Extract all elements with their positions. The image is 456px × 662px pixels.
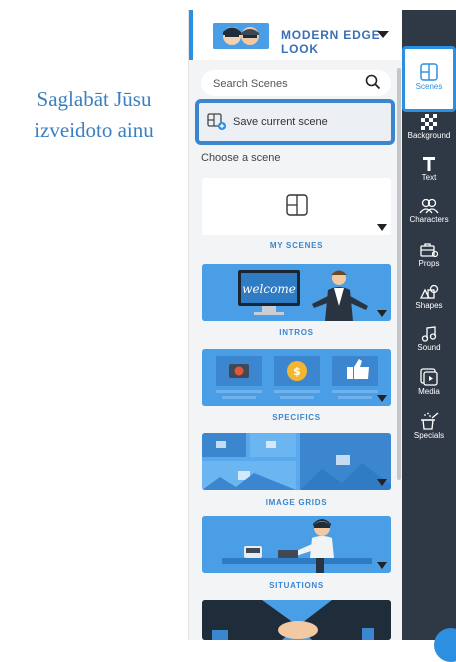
image-grids-thumbnail	[202, 433, 391, 490]
text-icon	[423, 157, 435, 171]
chevron-down-icon[interactable]	[377, 31, 389, 38]
scene-card-image-grids[interactable]	[202, 433, 391, 490]
sidebar-item-label: Specials	[413, 431, 445, 440]
save-scene-icon	[207, 113, 227, 136]
music-note-icon	[421, 326, 437, 342]
scene-card-intros[interactable]: welcome	[202, 264, 391, 321]
svg-text:$: $	[293, 365, 301, 378]
choose-scene-heading: Choose a scene	[201, 152, 281, 164]
save-current-scene-button[interactable]: Save current scene	[195, 99, 395, 145]
category-label-image-grids: IMAGE GRIDS	[265, 498, 328, 507]
sidebar-item-media[interactable]: Media	[402, 368, 456, 396]
help-button[interactable]	[434, 628, 456, 662]
scene-card-partial[interactable]	[202, 600, 391, 640]
category-label-intros: INTROS	[279, 328, 314, 337]
sidebar-item-label: Text	[421, 173, 437, 182]
sidebar-item-shapes[interactable]: Shapes	[402, 284, 456, 310]
scrollbar[interactable]	[397, 68, 401, 480]
sidebar-item-scenes[interactable]: Scenes	[402, 46, 456, 112]
checkerboard-icon	[421, 114, 437, 130]
sidebar-item-characters[interactable]: Characters	[402, 198, 456, 224]
category-label-situations: SITUATIONS	[269, 581, 324, 590]
caption-line-1: Saglabāt Jūsu	[36, 87, 152, 111]
sidebar-item-specials[interactable]: Specials	[402, 412, 456, 440]
sidebar-item-label: Shapes	[415, 301, 443, 310]
media-icon	[420, 368, 438, 386]
search-placeholder: Search Scenes	[213, 78, 288, 90]
category-label-specifics: SPECIFICS	[272, 413, 321, 422]
sidebar-item-label: Characters	[409, 215, 449, 224]
sidebar-item-sound[interactable]: Sound	[402, 326, 456, 352]
tools-sidebar: Scenes Background Text Characters Props …	[402, 10, 456, 640]
layout-icon	[420, 63, 438, 81]
header-accent	[189, 10, 193, 60]
search-icon[interactable]	[365, 74, 381, 95]
project-header[interactable]: MODERN EDGE LOOK	[189, 10, 403, 60]
sidebar-item-label: Props	[418, 259, 440, 268]
props-icon	[420, 243, 438, 258]
scene-card-specifics[interactable]: $	[202, 349, 391, 406]
intro-welcome-text: welcome	[242, 282, 296, 296]
magic-hat-icon	[421, 412, 439, 430]
handshake-thumbnail	[202, 600, 391, 640]
situations-thumbnail	[202, 516, 391, 573]
category-label-my-scenes: MY SCENES	[269, 241, 324, 250]
scene-card-situations[interactable]	[202, 516, 391, 573]
annotation-caption: Saglabāt Jūsu izveidoto ainu	[0, 84, 188, 146]
card-menu-icon[interactable]	[377, 562, 387, 569]
search-input[interactable]: Search Scenes	[201, 70, 391, 96]
card-menu-icon[interactable]	[377, 310, 387, 317]
sidebar-item-label: Media	[418, 387, 440, 396]
characters-icon	[419, 198, 439, 214]
sidebar-item-label: Sound	[417, 343, 441, 352]
scene-card-my-scenes[interactable]	[202, 178, 391, 235]
intros-thumbnail: welcome	[202, 264, 391, 321]
layout-icon	[286, 194, 308, 216]
sidebar-item-background[interactable]: Background	[402, 114, 456, 140]
scenes-panel: MODERN EDGE LOOK Search Scenes Save curr…	[188, 10, 403, 640]
caption-line-2: izveidoto ainu	[34, 118, 154, 142]
specifics-thumbnail: $	[202, 349, 391, 406]
sidebar-item-label: Background	[407, 131, 451, 140]
card-menu-icon[interactable]	[377, 479, 387, 486]
card-menu-icon[interactable]	[377, 395, 387, 402]
shapes-icon	[419, 284, 439, 299]
project-avatar	[213, 23, 269, 49]
sidebar-item-label: Scenes	[415, 82, 443, 91]
sidebar-item-props[interactable]: Props	[402, 242, 456, 268]
save-current-scene-label: Save current scene	[233, 116, 328, 128]
card-menu-icon[interactable]	[377, 224, 387, 231]
sidebar-item-text[interactable]: Text	[402, 156, 456, 182]
